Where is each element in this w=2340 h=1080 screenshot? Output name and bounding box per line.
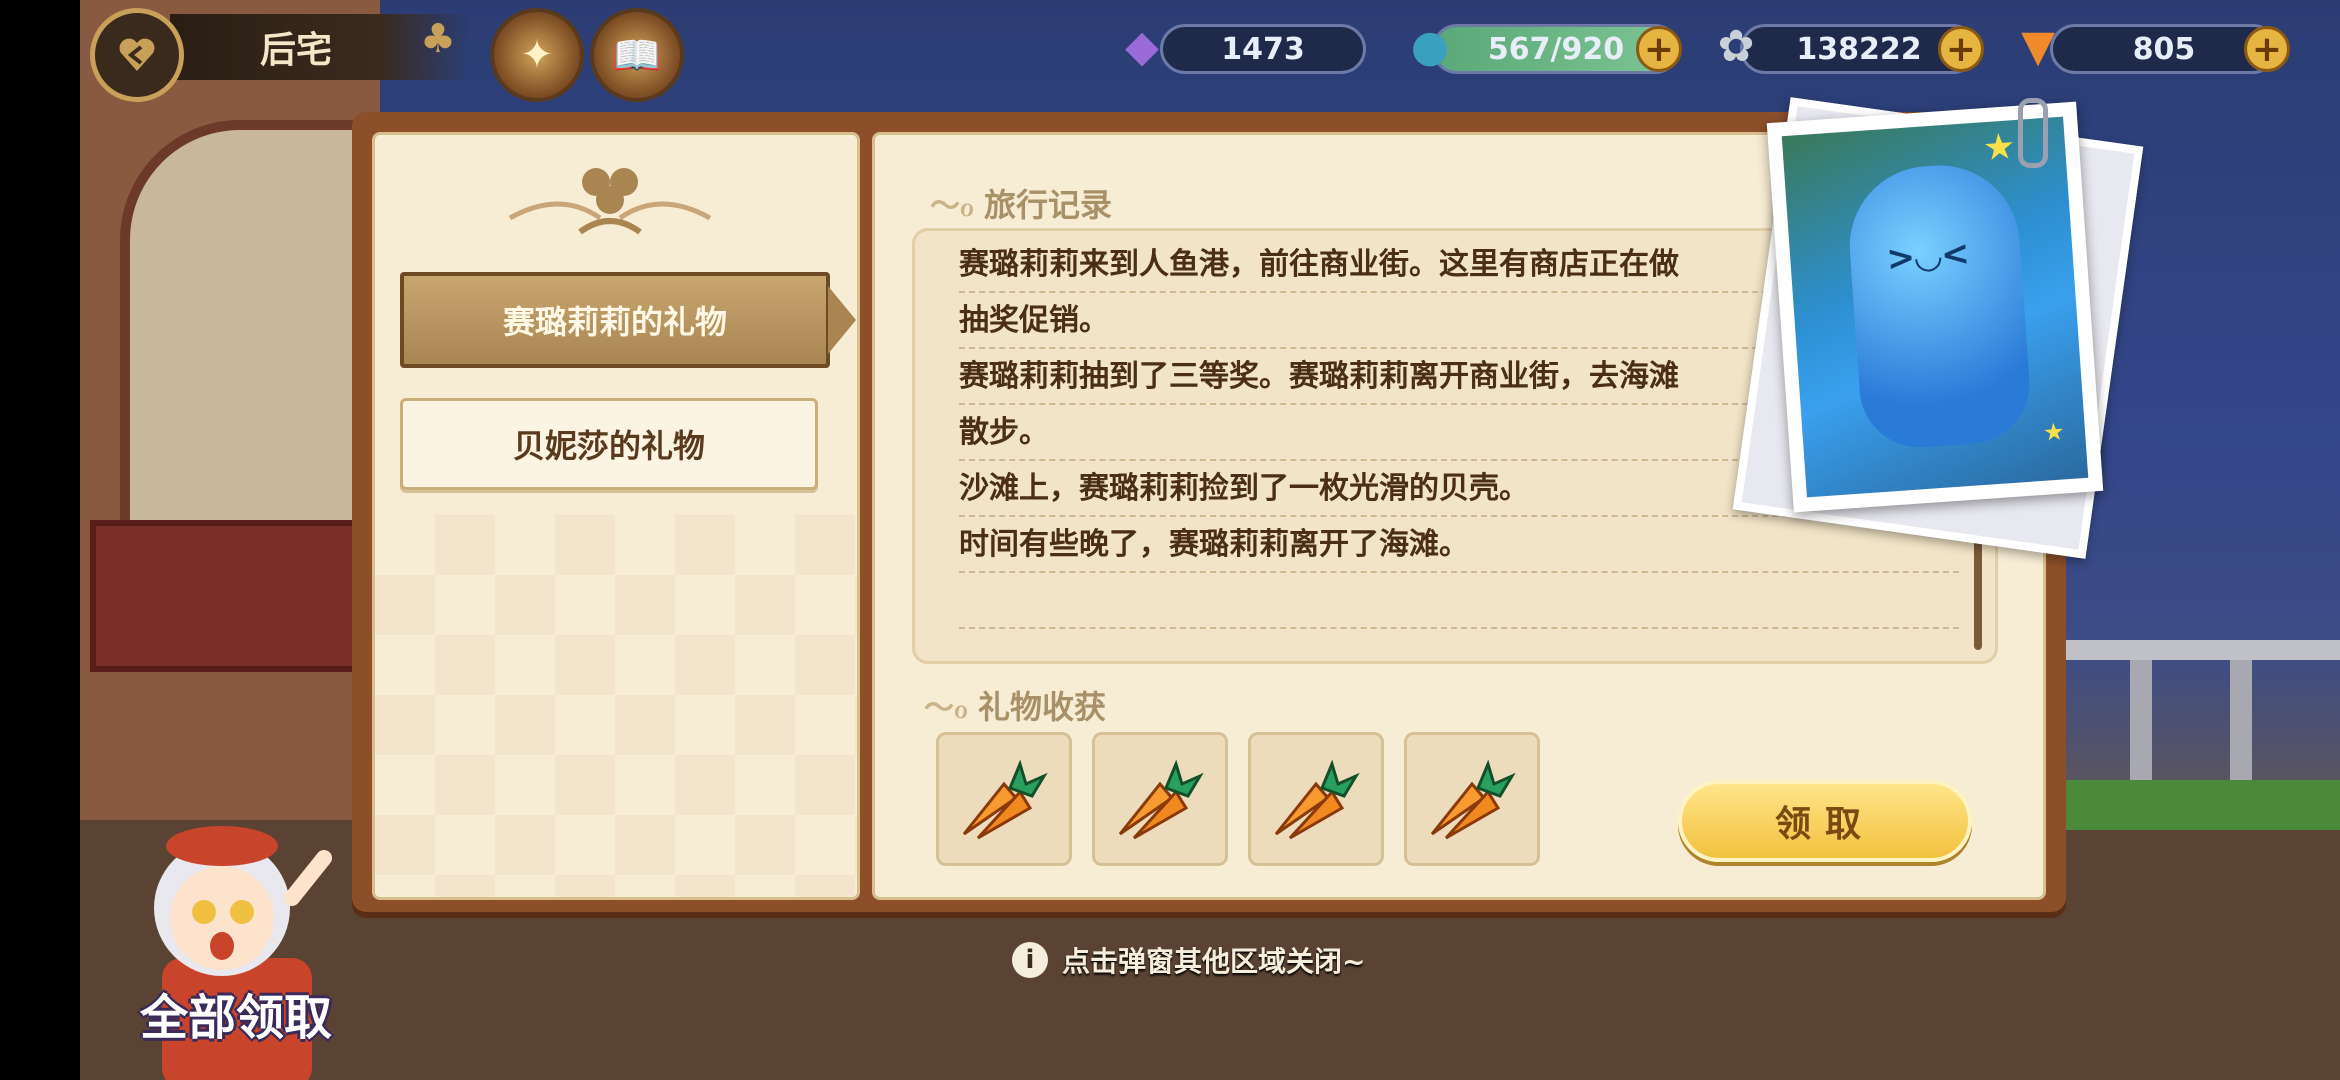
swirl-icon: 〜ℴ <box>930 189 974 224</box>
claim-all-button[interactable]: 全部领取 <box>140 978 332 1048</box>
slime-face: >◡< <box>1885 233 1971 280</box>
add-coins-button[interactable]: + <box>1938 26 1984 72</box>
potion-jar-icon: ● <box>1410 20 1450 72</box>
purple-crystal-icon: ◆ <box>1125 20 1159 72</box>
gifts-heading: 〜ℴ 礼物收获 <box>924 682 1106 728</box>
spellbook-icon[interactable]: 📖 <box>590 8 684 102</box>
carrot-bundle-icon <box>1118 759 1204 840</box>
log-line-5: 沙滩上，赛璐莉莉捡到了一枚光滑的贝壳。 <box>959 471 1529 506</box>
claim-button[interactable]: 领取 <box>1678 780 1972 862</box>
heart-back-icon <box>119 38 155 71</box>
gift-slot[interactable] <box>1404 732 1540 866</box>
add-carrots-button[interactable]: + <box>2244 26 2290 72</box>
rail-post <box>2130 660 2152 800</box>
paperclip-icon <box>2018 98 2048 168</box>
grass <box>2030 780 2340 830</box>
log-line-3: 赛璐莉莉抽到了三等奖。赛璐莉莉离开商业街，去海滩 <box>959 359 1679 394</box>
compass-emblem-icon[interactable]: ✦ <box>490 8 584 102</box>
clover-deco-icon: ♣ <box>420 16 456 62</box>
clover-coin-icon: ✿ <box>1717 20 1755 72</box>
log-line-4: 散步。 <box>959 415 1049 450</box>
log-line-1: 赛璐莉莉来到人鱼港，前往商业街。这里有商店正在做 <box>959 247 1679 282</box>
balcony-rail <box>2060 640 2340 660</box>
drawer-cabinet <box>90 520 372 672</box>
tab-benisa-gift[interactable]: 贝妮莎的礼物 <box>400 398 818 490</box>
tab-celulily-gift[interactable]: 赛璐莉莉的礼物 <box>400 272 856 368</box>
add-stamina-button[interactable]: + <box>1636 26 1682 72</box>
star-icon: ★ <box>2042 417 2066 447</box>
travel-log-heading: 〜ℴ 旅行记录 <box>930 180 1112 226</box>
back-button[interactable] <box>90 8 184 102</box>
rail-post <box>2230 660 2252 800</box>
photo-image: >◡< ★ ★ <box>1781 116 2089 498</box>
carrot-icon: ▼ <box>2021 20 2055 72</box>
gem-counter: 1473 <box>1160 24 1366 74</box>
gift-slot[interactable] <box>1248 732 1384 866</box>
log-rule <box>959 573 1959 629</box>
info-icon: i <box>1012 942 1048 978</box>
carrot-bundle-icon <box>962 759 1048 840</box>
close-hint: i 点击弹窗其他区域关闭~ <box>1012 940 1365 980</box>
travel-log-title: 旅行记录 <box>983 186 1112 224</box>
room-wall <box>80 0 380 820</box>
gift-slot[interactable] <box>1092 732 1228 866</box>
star-icon: ★ <box>1981 126 2017 170</box>
swirl-icon: 〜ℴ <box>924 691 968 726</box>
hint-text: 点击弹窗其他区域关闭~ <box>1062 945 1366 978</box>
log-line-2: 抽奖促销。 <box>959 303 1109 338</box>
carrot-bundle-icon <box>1430 759 1516 840</box>
clover-ornament-icon <box>508 168 712 235</box>
slime-girl-figure <box>1844 160 2034 452</box>
log-line-6: 时间有些晚了，赛璐莉莉离开了海滩。 <box>959 527 1469 562</box>
carrot-bundle-icon <box>1274 759 1360 840</box>
character-photo: >◡< ★ ★ <box>1766 101 2104 513</box>
gift-slot[interactable] <box>936 732 1072 866</box>
gifts-title: 礼物收获 <box>977 688 1106 726</box>
checker-pattern <box>375 515 857 897</box>
